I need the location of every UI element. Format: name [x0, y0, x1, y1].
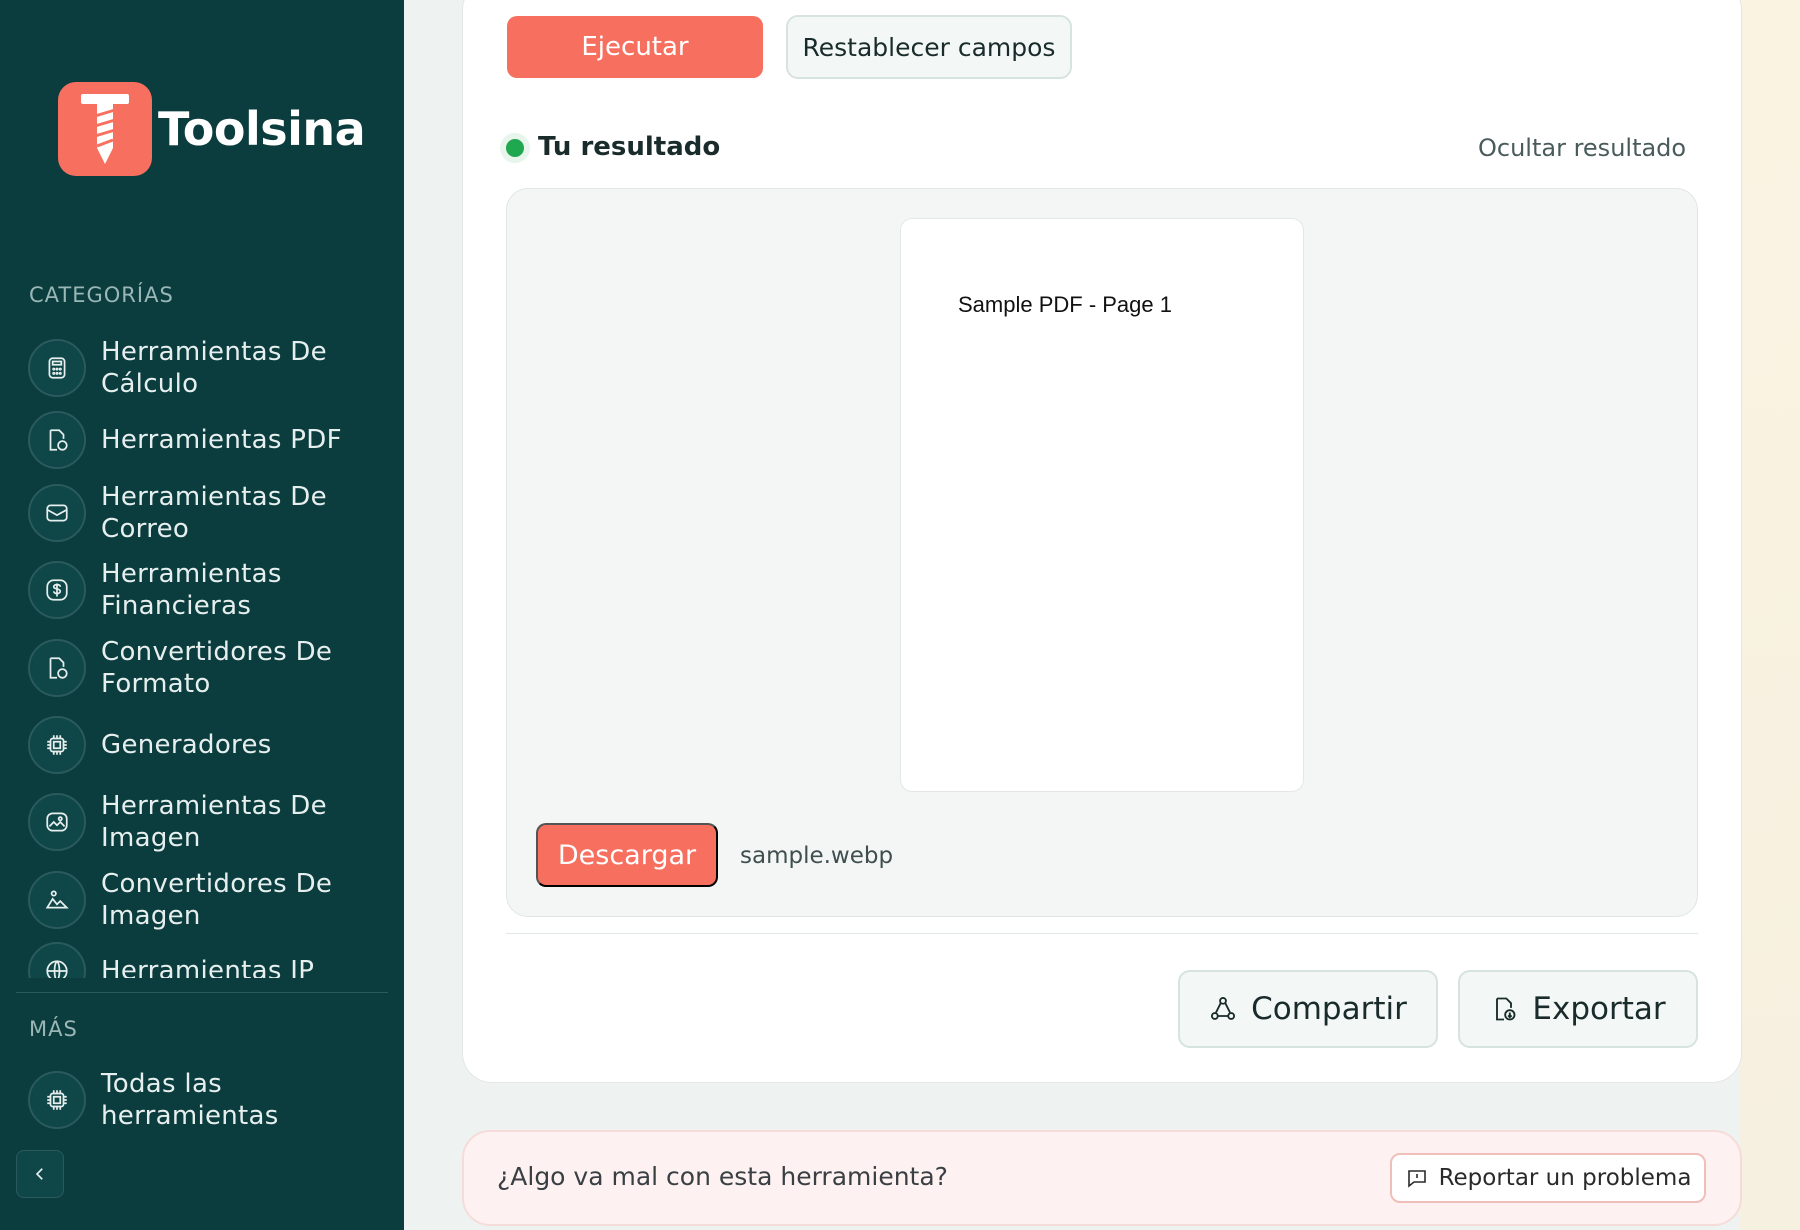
share-label: Compartir [1251, 991, 1407, 1027]
report-button-label: Reportar un problema [1438, 1165, 1692, 1191]
landscape-icon [28, 871, 86, 929]
sidebar-item-label: Herramientas De Correo [101, 482, 327, 544]
sidebar-item-correo[interactable]: Herramientas De Correo [28, 481, 388, 545]
image-icon [28, 793, 86, 851]
category-list[interactable]: Herramientas De Cálculo Herramientas PDF… [0, 330, 404, 978]
mail-icon [28, 484, 86, 542]
sidebar-item-label: Generadores [101, 730, 272, 760]
run-button[interactable]: Ejecutar [507, 16, 763, 78]
sidebar-item-pdf[interactable]: Herramientas PDF [28, 411, 388, 469]
message-alert-icon [1407, 1170, 1426, 1188]
sidebar-item-label: Todas las herramientas [101, 1069, 279, 1131]
sidebar-item-financieras[interactable]: Herramientas Financieras [28, 558, 388, 622]
export-button[interactable]: Exportar [1458, 970, 1698, 1048]
globe-icon [28, 942, 86, 978]
sidebar-item-generadores[interactable]: Generadores [28, 716, 388, 774]
chevron-left-icon [35, 1168, 43, 1180]
cpu-icon [28, 716, 86, 774]
background-glow [1740, 0, 1800, 1230]
pdf-preview-text: Sample PDF - Page 1 [958, 292, 1172, 317]
sidebar-item-imagen[interactable]: Herramientas De Imagen [28, 790, 388, 854]
calculator-icon [28, 339, 86, 397]
export-label: Exportar [1532, 991, 1666, 1027]
hide-result-link[interactable]: Ocultar resultado [1478, 134, 1686, 162]
report-question: ¿Algo va mal con esta herramienta? [497, 1162, 948, 1191]
logo-screw-icon [58, 82, 152, 176]
sidebar-item-label: Convertidores De Imagen [101, 869, 333, 931]
more-heading: MÁS [29, 1017, 78, 1041]
download-button[interactable]: Descargar [536, 823, 718, 887]
sidebar-divider [16, 992, 388, 993]
sidebar-item-label: Herramientas Financieras [101, 559, 282, 621]
sidebar-item-label: Herramientas PDF [101, 425, 342, 455]
sidebar-item-label: Herramientas De Imagen [101, 791, 327, 853]
document-icon [28, 411, 86, 469]
share-button[interactable]: Compartir [1178, 970, 1438, 1048]
collapse-sidebar-button[interactable] [16, 1150, 64, 1198]
brand-name: Toolsina [158, 102, 366, 156]
cpu-icon [28, 1071, 86, 1129]
sidebar-item-convertidores-imagen[interactable]: Convertidores De Imagen [28, 868, 388, 932]
sidebar: Toolsina CATEGORÍAS Herramientas De Cálc… [0, 0, 404, 1230]
sidebar-item-formato[interactable]: Convertidores De Formato [28, 636, 388, 700]
sidebar-item-calculo[interactable]: Herramientas De Cálculo [28, 336, 388, 400]
export-icon [1496, 997, 1516, 1021]
sidebar-item-label: Convertidores De Formato [101, 637, 333, 699]
file-name: sample.webp [740, 843, 894, 869]
result-title: Tu resultado [538, 132, 721, 162]
brand-logo[interactable]: Toolsina [58, 82, 366, 176]
sidebar-item-ip[interactable]: Herramientas IP [28, 942, 388, 978]
card-divider [506, 933, 1698, 934]
sidebar-item-label: Herramientas IP [101, 956, 315, 978]
categories-heading: CATEGORÍAS [29, 283, 174, 307]
sidebar-item-label: Herramientas De Cálculo [101, 337, 327, 399]
dollar-icon [28, 561, 86, 619]
reset-fields-button[interactable]: Restablecer campos [786, 15, 1072, 79]
document-icon [28, 639, 86, 697]
share-icon [1211, 996, 1236, 1020]
report-problem-button[interactable]: Reportar un problema [1390, 1153, 1706, 1203]
sidebar-item-all-tools[interactable]: Todas las herramientas [28, 1068, 388, 1132]
status-dot [506, 139, 524, 157]
